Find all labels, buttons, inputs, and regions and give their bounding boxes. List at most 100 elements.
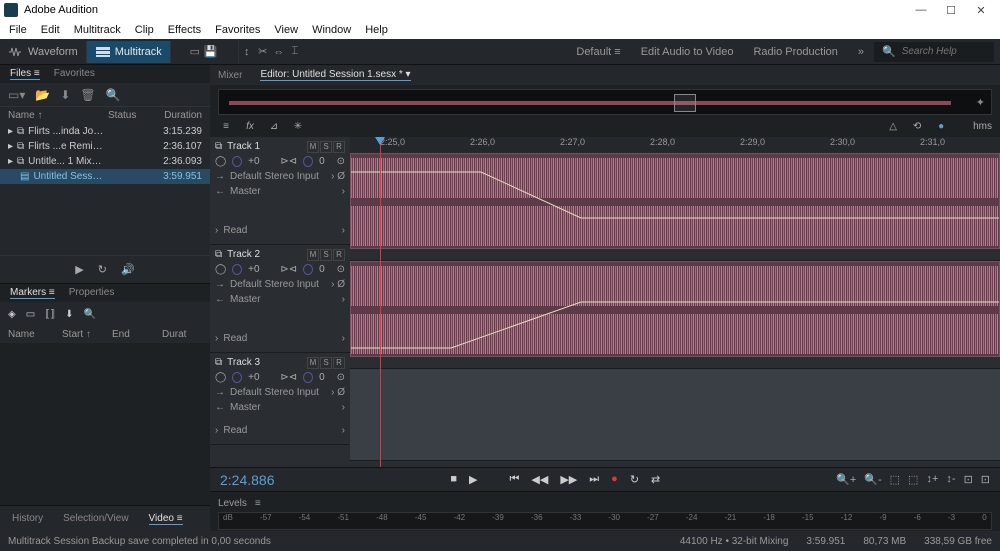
workspace-edit-video[interactable]: Edit Audio to Video bbox=[631, 46, 744, 58]
delete-icon[interactable]: 🗑 bbox=[80, 88, 95, 102]
menu-edit[interactable]: Edit bbox=[34, 22, 67, 38]
goto-start-button[interactable]: ⏮ bbox=[510, 473, 520, 486]
monitor-icon[interactable]: ⊙ bbox=[337, 372, 345, 383]
timeline[interactable]: 2:25,0 2:26,0 2:27,0 2:28,0 2:29,0 2:30,… bbox=[350, 137, 1000, 467]
tab-history[interactable]: History bbox=[12, 513, 43, 524]
fx-icon[interactable]: fx bbox=[242, 121, 258, 132]
overview-viewport-handle[interactable] bbox=[674, 94, 696, 112]
stop-button[interactable]: ■ bbox=[450, 473, 457, 486]
track-header[interactable]: ⧉Track 2 MSR ◯+0 ⊳⊲0 ⊙ → Default Stereo … bbox=[210, 245, 350, 353]
volume-knob[interactable] bbox=[232, 372, 242, 383]
zoom-in-point-icon[interactable]: ⊡ bbox=[964, 473, 973, 486]
add-marker-icon[interactable]: ◈ bbox=[8, 309, 16, 320]
mode-multitrack-button[interactable]: Multitrack bbox=[87, 41, 171, 63]
zoom-out-icon[interactable]: 🔍- bbox=[864, 473, 881, 486]
file-row[interactable]: ▸ ⧉ Flirts ...inda Jo Rizzo).mp3 3:15.23… bbox=[0, 124, 210, 139]
loop-icon[interactable]: ↻ bbox=[98, 263, 107, 276]
pan-knob[interactable] bbox=[303, 264, 313, 275]
marker-col-name[interactable]: Name bbox=[8, 329, 62, 340]
solo-button[interactable]: S bbox=[320, 357, 332, 369]
tab-files[interactable]: Files ≡ bbox=[10, 68, 40, 80]
workspace-radio[interactable]: Radio Production bbox=[743, 46, 847, 58]
ripple-icon[interactable]: ⟲ bbox=[909, 121, 925, 132]
expand-icon[interactable]: ▸ bbox=[8, 156, 13, 167]
tab-video[interactable]: Video ≡ bbox=[149, 513, 183, 525]
menu-favorites[interactable]: Favorites bbox=[208, 22, 267, 38]
record-arm-button[interactable]: R bbox=[333, 249, 345, 261]
record-arm-button[interactable]: R bbox=[333, 357, 345, 369]
mute-button[interactable]: M bbox=[307, 249, 319, 261]
forward-button[interactable]: ▶▶ bbox=[560, 473, 577, 486]
save-icon[interactable]: 💾 bbox=[203, 44, 219, 60]
marker-import-icon[interactable]: ⬇ bbox=[65, 309, 73, 320]
marker-col-end[interactable]: End bbox=[112, 329, 162, 340]
filter-icon[interactable]: 🔍 bbox=[106, 88, 121, 102]
file-row[interactable]: ▸ ⧉ Flirts ...e Remix) EDIT.mp3 2:36.107 bbox=[0, 139, 210, 154]
workspace-more-icon[interactable]: » bbox=[848, 46, 874, 58]
envelope-line[interactable] bbox=[351, 154, 999, 248]
tab-selection-view[interactable]: Selection/View bbox=[63, 513, 128, 524]
play-icon[interactable]: ▶ bbox=[75, 263, 83, 276]
marker-col-start[interactable]: Start ↑ bbox=[62, 329, 112, 340]
track-header[interactable]: ⧉Track 1 MSR ◯+0 ⊳⊲0 ⊙ → Default Stereo … bbox=[210, 137, 350, 245]
menu-multitrack[interactable]: Multitrack bbox=[67, 22, 128, 38]
fx-toggle-icon[interactable]: ≡ bbox=[218, 121, 234, 132]
file-row[interactable]: ▤ Untitled Session 1.sesx * 3:59.951 bbox=[0, 169, 210, 184]
zoom-full-icon[interactable]: ⬚ bbox=[890, 473, 900, 486]
new-file-icon[interactable]: ▭▾ bbox=[8, 88, 25, 102]
timeline-overview[interactable]: ✦ bbox=[218, 89, 992, 115]
mute-button[interactable]: M bbox=[307, 141, 319, 153]
eq-icon[interactable]: ✳ bbox=[290, 121, 306, 132]
solo-button[interactable]: S bbox=[320, 141, 332, 153]
move-tool-icon[interactable]: ↕ bbox=[239, 44, 255, 60]
zoom-in-v-icon[interactable]: ↕+ bbox=[926, 473, 938, 486]
slip-tool-icon[interactable]: ⇔ bbox=[271, 44, 287, 60]
track-header[interactable]: ⧉Track 3 MSR ◯+0 ⊳⊲0 ⊙ → Default Stereo … bbox=[210, 353, 350, 445]
tab-mixer[interactable]: Mixer bbox=[218, 70, 242, 81]
goto-end-button[interactable]: ⏭ bbox=[589, 473, 599, 486]
menu-clip[interactable]: Clip bbox=[128, 22, 161, 38]
solo-button[interactable]: S bbox=[320, 249, 332, 261]
record-button[interactable]: ● bbox=[611, 473, 618, 486]
playhead-icon[interactable]: ● bbox=[933, 121, 949, 132]
marker-col-dur[interactable]: Durat bbox=[162, 329, 202, 340]
level-meter[interactable]: dB-57-54-51-48-45-42-39-36-33-30-27-24-2… bbox=[218, 512, 992, 530]
expand-icon[interactable]: ▸ bbox=[8, 141, 13, 152]
snap-icon[interactable]: △ bbox=[885, 121, 901, 132]
col-duration[interactable]: Duration bbox=[152, 110, 202, 121]
close-button[interactable]: ✕ bbox=[966, 0, 996, 20]
zoom-out-v-icon[interactable]: ↕- bbox=[946, 473, 955, 486]
zoom-sel-icon[interactable]: ⬚ bbox=[908, 473, 918, 486]
search-box[interactable]: 🔍 bbox=[874, 42, 994, 62]
track-lane[interactable] bbox=[350, 261, 1000, 369]
tab-properties[interactable]: Properties bbox=[69, 287, 115, 299]
file-row[interactable]: ▸ ⧉ Untitle... 1 Mixdown 1.wav 2:36.093 bbox=[0, 154, 210, 169]
workspace-default[interactable]: Default ≡ bbox=[566, 46, 630, 58]
volume-knob[interactable] bbox=[232, 156, 242, 167]
tab-markers[interactable]: Markers ≡ bbox=[10, 287, 55, 299]
autoplay-icon[interactable]: 🔊 bbox=[121, 263, 135, 276]
loop-button[interactable]: ↻ bbox=[630, 473, 639, 486]
menu-file[interactable]: File bbox=[2, 22, 34, 38]
mode-waveform-button[interactable]: Waveform bbox=[0, 41, 87, 63]
pan-knob[interactable] bbox=[303, 156, 313, 167]
expand-icon[interactable]: ▸ bbox=[8, 126, 13, 137]
menu-effects[interactable]: Effects bbox=[161, 22, 208, 38]
menu-view[interactable]: View bbox=[267, 22, 305, 38]
marker-type-icon[interactable]: ▭ bbox=[26, 309, 35, 320]
time-ruler[interactable]: 2:25,0 2:26,0 2:27,0 2:28,0 2:29,0 2:30,… bbox=[350, 137, 1000, 153]
menu-window[interactable]: Window bbox=[305, 22, 358, 38]
marker-range-icon[interactable]: ⟦⟧ bbox=[45, 309, 55, 320]
tab-editor[interactable]: Editor: Untitled Session 1.sesx * ▾ bbox=[260, 69, 410, 81]
col-name[interactable]: Name ↑ bbox=[8, 110, 104, 121]
import-icon[interactable]: ⬇ bbox=[60, 88, 70, 102]
menu-help[interactable]: Help bbox=[358, 22, 395, 38]
maximize-button[interactable]: ☐ bbox=[936, 0, 966, 20]
sends-icon[interactable]: ⊿ bbox=[266, 121, 282, 132]
overview-settings-icon[interactable]: ✦ bbox=[976, 96, 985, 109]
audio-clip[interactable] bbox=[350, 261, 1000, 357]
marker-filter-icon[interactable]: 🔍 bbox=[83, 309, 95, 320]
ruler-unit[interactable]: hms bbox=[973, 121, 992, 132]
razor-tool-icon[interactable]: ✂ bbox=[255, 44, 271, 60]
zoom-out-point-icon[interactable]: ⊡ bbox=[981, 473, 990, 486]
